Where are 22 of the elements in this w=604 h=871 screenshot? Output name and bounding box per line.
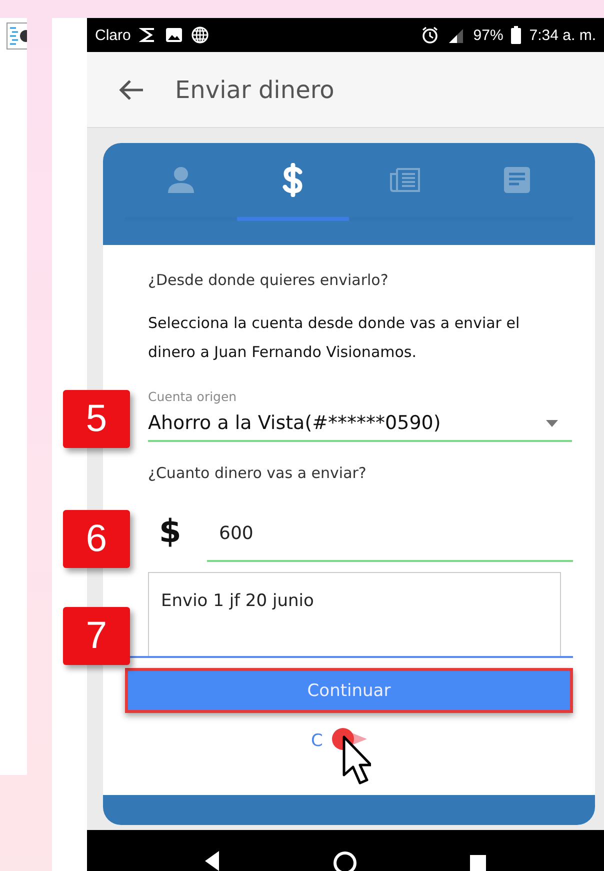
caret-icon [546,420,558,426]
account-dropdown[interactable]: Cuenta origen Ahorro a la Vista(#******0590) [148,389,572,442]
step-callout: 5 [63,390,130,448]
instruction-text: Selecciona la cuenta desde donde vas a enviar el dinero a Juan Fernando Visionamos. [148,313,521,363]
amount-question: ¿Cuanto dinero vas a enviar? [148,464,368,482]
cancel-link[interactable]: C [311,731,323,751]
battery-icon [511,26,522,44]
clock-time: 7:34 a. m. [529,26,596,44]
amount-field[interactable]: 600 [207,523,573,562]
currency-symbol: $ [158,512,182,552]
globe-icon [190,26,209,44]
back-arrow-icon[interactable] [117,78,145,102]
image-icon [164,26,183,44]
cursor-drawing [331,727,371,787]
step-callout: 6 [63,510,130,568]
step-callout: 7 [63,607,130,665]
source-question: ¿Desde donde quieres enviarlo? [148,271,390,289]
screen-title: Enviar dinero [175,76,334,104]
alarm-icon [421,26,440,44]
note-field[interactable]: Envio 1 jf 20 junio [148,572,561,656]
carrier-name: Claro [95,26,131,44]
battery-percent: 97% [473,26,504,44]
